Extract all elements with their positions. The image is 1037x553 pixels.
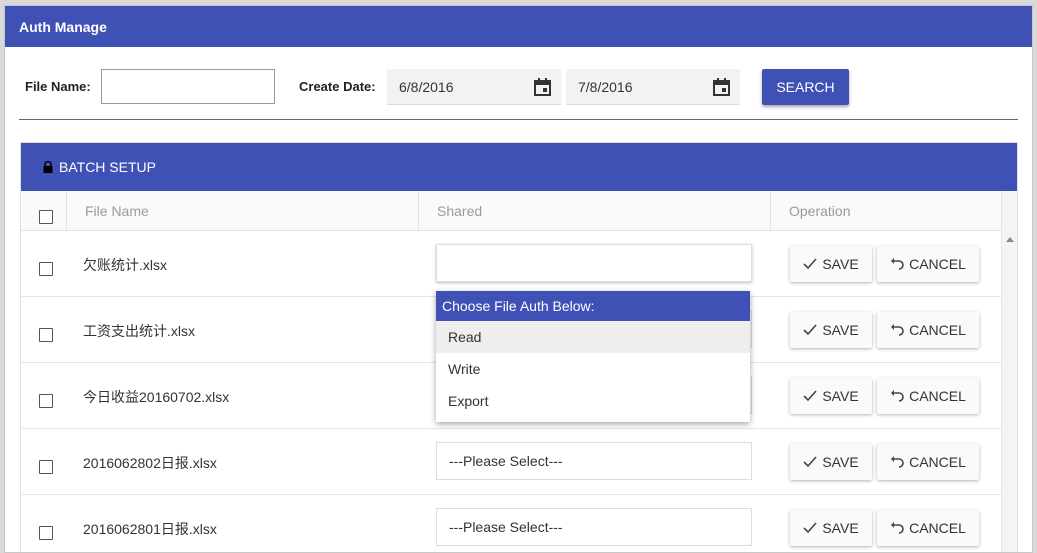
file-name-cell: 工资支出统计.xlsx bbox=[83, 323, 195, 339]
column-header-shared[interactable]: Shared bbox=[418, 191, 770, 231]
batch-setup-label: BATCH SETUP bbox=[59, 159, 156, 175]
undo-icon bbox=[891, 258, 904, 270]
undo-icon bbox=[891, 522, 904, 534]
table-row: 2016062802日报.xlsx ---Please Select--- SA… bbox=[21, 429, 1001, 495]
calendar-icon[interactable] bbox=[534, 78, 551, 96]
check-icon bbox=[803, 456, 817, 468]
file-name-cell: 2016062801日报.xlsx bbox=[83, 521, 217, 537]
shared-select[interactable]: ---Please Select--- bbox=[436, 508, 752, 546]
batch-setup-button[interactable]: BATCH SETUP bbox=[21, 143, 1017, 191]
row-checkbox[interactable] bbox=[39, 394, 53, 408]
cancel-label: CANCEL bbox=[909, 454, 966, 470]
save-button[interactable]: SAVE bbox=[790, 312, 872, 348]
search-bar: File Name: Create Date: 6/8/2016 7/8/201… bbox=[5, 47, 1032, 119]
date-from-value: 6/8/2016 bbox=[399, 79, 454, 95]
cancel-button[interactable]: CANCEL bbox=[877, 510, 979, 546]
dropdown-option-write[interactable]: Write bbox=[436, 353, 750, 385]
cancel-button[interactable]: CANCEL bbox=[877, 246, 979, 282]
vertical-scrollbar[interactable] bbox=[1001, 191, 1017, 552]
app-header: Auth Manage bbox=[5, 6, 1032, 47]
row-checkbox[interactable] bbox=[39, 460, 53, 474]
check-icon bbox=[803, 324, 817, 336]
date-to-value: 7/8/2016 bbox=[578, 79, 633, 95]
undo-icon bbox=[891, 456, 904, 468]
cancel-button[interactable]: CANCEL bbox=[877, 378, 979, 414]
save-label: SAVE bbox=[822, 322, 859, 338]
cancel-button[interactable]: CANCEL bbox=[877, 444, 979, 480]
dropdown-option-read[interactable]: Read bbox=[436, 321, 750, 353]
row-checkbox[interactable] bbox=[39, 526, 53, 540]
save-label: SAVE bbox=[822, 256, 859, 272]
date-to-field[interactable]: 7/8/2016 bbox=[566, 69, 740, 105]
date-from-field[interactable]: 6/8/2016 bbox=[387, 69, 561, 105]
save-button[interactable]: SAVE bbox=[790, 510, 872, 546]
undo-icon bbox=[891, 390, 904, 402]
shared-select[interactable]: ---Please Select--- bbox=[436, 442, 752, 480]
check-icon bbox=[803, 258, 817, 270]
page-title: Auth Manage bbox=[19, 18, 107, 35]
cancel-label: CANCEL bbox=[909, 520, 966, 536]
search-button[interactable]: SEARCH bbox=[762, 69, 849, 105]
column-header-file-name[interactable]: File Name bbox=[66, 191, 418, 231]
table-row: 欠账统计.xlsx SAVE CANCEL bbox=[21, 231, 1001, 297]
table-row: 2016062801日报.xlsx ---Please Select--- SA… bbox=[21, 495, 1001, 552]
shared-select[interactable] bbox=[436, 244, 752, 282]
row-checkbox[interactable] bbox=[39, 328, 53, 342]
scroll-up-arrow-icon[interactable] bbox=[1006, 237, 1014, 242]
file-name-cell: 今日收益20160702.xlsx bbox=[83, 389, 230, 405]
save-button[interactable]: SAVE bbox=[790, 444, 872, 480]
cancel-label: CANCEL bbox=[909, 388, 966, 404]
undo-icon bbox=[891, 324, 904, 336]
lock-icon bbox=[43, 161, 53, 173]
dropdown-header: Choose File Auth Below: bbox=[436, 291, 750, 321]
calendar-icon[interactable] bbox=[713, 78, 730, 96]
row-checkbox[interactable] bbox=[39, 262, 53, 276]
save-button[interactable]: SAVE bbox=[790, 378, 872, 414]
auth-dropdown-menu: Choose File Auth Below: Read Write Expor… bbox=[436, 291, 750, 422]
file-name-cell: 2016062802日报.xlsx bbox=[83, 455, 217, 471]
save-label: SAVE bbox=[822, 520, 859, 536]
save-label: SAVE bbox=[822, 454, 859, 470]
cancel-label: CANCEL bbox=[909, 256, 966, 272]
dropdown-option-export[interactable]: Export bbox=[436, 385, 750, 417]
file-name-label: File Name: bbox=[25, 79, 91, 94]
check-icon bbox=[803, 522, 817, 534]
app-window: Auth Manage File Name: Create Date: 6/8/… bbox=[4, 5, 1033, 553]
create-date-label: Create Date: bbox=[299, 79, 376, 94]
file-name-input[interactable] bbox=[101, 69, 275, 104]
save-button[interactable]: SAVE bbox=[790, 246, 872, 282]
grid-header: File Name Shared Operation bbox=[21, 191, 1001, 231]
column-header-operation: Operation bbox=[770, 191, 1001, 231]
cancel-button[interactable]: CANCEL bbox=[877, 312, 979, 348]
divider bbox=[19, 119, 1018, 120]
save-label: SAVE bbox=[822, 388, 859, 404]
check-icon bbox=[803, 390, 817, 402]
select-all-checkbox[interactable] bbox=[39, 210, 53, 224]
cancel-label: CANCEL bbox=[909, 322, 966, 338]
file-name-cell: 欠账统计.xlsx bbox=[83, 257, 167, 273]
